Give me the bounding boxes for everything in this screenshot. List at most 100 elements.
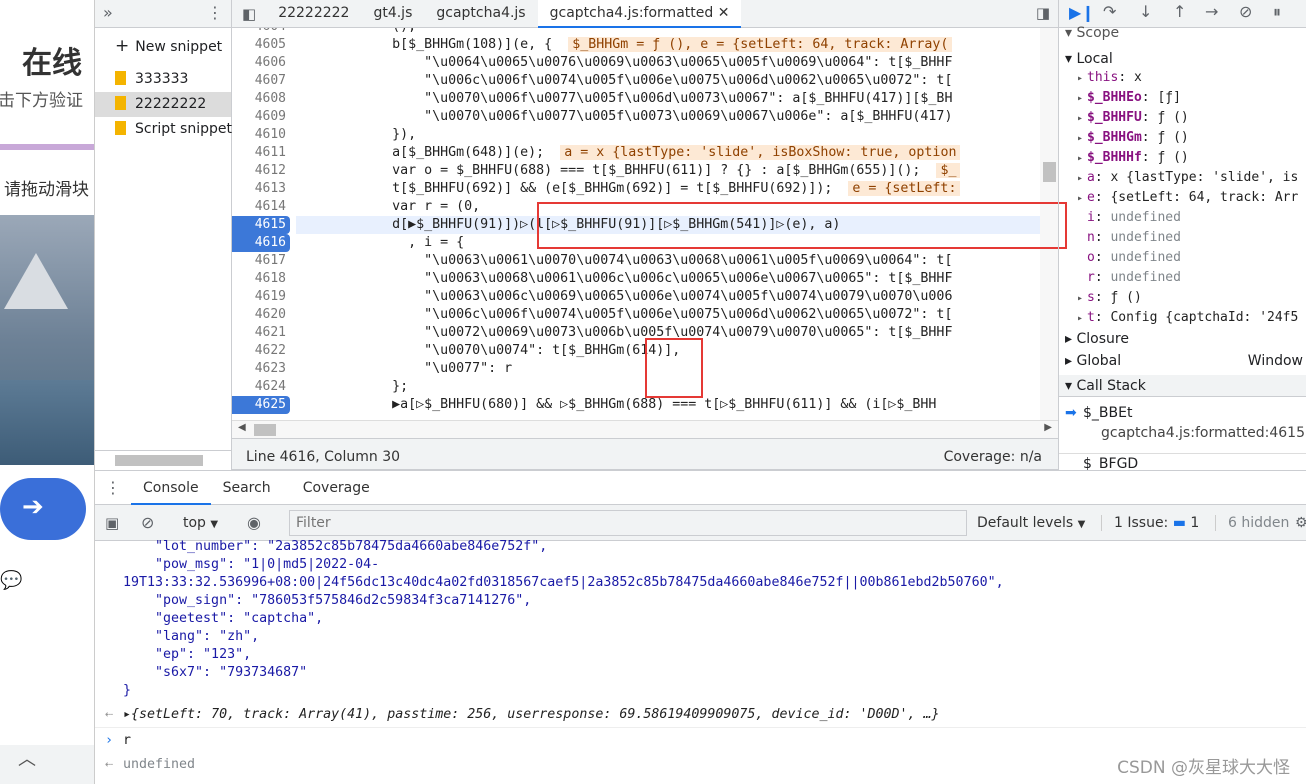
tab-coverage[interactable]: Coverage: [291, 471, 382, 505]
scope-variable[interactable]: i: undefined: [1059, 208, 1306, 228]
step-into-icon[interactable]: ↓: [1139, 2, 1152, 21]
line-number[interactable]: 4608: [232, 90, 290, 108]
code-text: };: [296, 379, 409, 394]
pause-exceptions-icon[interactable]: ⏸: [1273, 2, 1281, 22]
line-number[interactable]: 4617: [232, 252, 290, 270]
tab-console[interactable]: Console: [131, 471, 211, 505]
horizontal-scrollbar[interactable]: [95, 450, 232, 468]
local-scope[interactable]: ▾ Local: [1059, 50, 1306, 68]
scroll-right-icon[interactable]: ▶: [1044, 422, 1052, 433]
eye-icon[interactable]: ◉: [247, 513, 261, 532]
scope-variable[interactable]: n: undefined: [1059, 228, 1306, 248]
scope-variable[interactable]: ▸ $_BHHFU: ƒ (): [1059, 108, 1306, 128]
clear-console-icon[interactable]: ⊘: [141, 513, 154, 532]
scope-variable[interactable]: r: undefined: [1059, 268, 1306, 288]
snippet-item[interactable]: 22222222: [95, 92, 231, 117]
call-stack-header[interactable]: ▾ Call Stack: [1059, 375, 1306, 397]
slider-button[interactable]: ➔: [0, 478, 86, 540]
code-text: "\u0070\u006f\u0077\u005f\u006d\u0073\u0…: [296, 91, 953, 106]
line-number[interactable]: 4615: [232, 216, 290, 234]
line-number[interactable]: 4605: [232, 36, 290, 54]
line-number[interactable]: 4619: [232, 288, 290, 306]
resume-icon[interactable]: ▶❙: [1069, 3, 1095, 22]
line-number[interactable]: 4616: [232, 234, 290, 252]
step-out-icon[interactable]: ↑: [1173, 2, 1186, 21]
code-text: "\u0072\u0069\u0073\u006b\u005f\u0074\u0…: [296, 325, 953, 340]
code-line: "\u0063\u0068\u0061\u006c\u006c\u0065\u0…: [296, 270, 952, 288]
line-number[interactable]: 4609: [232, 108, 290, 126]
close-icon[interactable]: ✕: [718, 5, 730, 21]
variable-name: $_BHHFU: [1087, 110, 1142, 125]
issues-button[interactable]: 1 Issue: ▬ 1: [1101, 514, 1199, 531]
tab-gcaptcha4[interactable]: gcaptcha4.js: [424, 0, 537, 28]
line-number[interactable]: 4614: [232, 198, 290, 216]
log-levels-select[interactable]: Default levels ▼: [977, 515, 1085, 531]
scope-variable[interactable]: ▸ t: Config {captchaId: '24f5: [1059, 308, 1306, 328]
snippet-item[interactable]: 333333: [95, 67, 231, 92]
line-number[interactable]: 4612: [232, 162, 290, 180]
line-number[interactable]: 4625: [232, 396, 290, 414]
line-number[interactable]: 4604: [232, 28, 290, 36]
line-number[interactable]: 4613: [232, 180, 290, 198]
context-select[interactable]: top ▼: [183, 515, 218, 531]
scope-variable[interactable]: ▸ e: {setLeft: 64, track: Arr: [1059, 188, 1306, 208]
console-log-line: "lang": "zh",: [123, 629, 260, 644]
line-number[interactable]: 4606: [232, 54, 290, 72]
scope-variable[interactable]: o: undefined: [1059, 248, 1306, 268]
line-number[interactable]: 4611: [232, 144, 290, 162]
filter-input[interactable]: Filter: [289, 510, 967, 536]
tab-gt4[interactable]: gt4.js: [361, 0, 424, 28]
frame-location[interactable]: gcaptcha4.js:formatted:4615: [1059, 423, 1306, 443]
expand-icon: ▸: [1077, 133, 1084, 144]
code-text: "\u0070\u006f\u0077\u005f\u0073\u0069\u0…: [296, 109, 953, 124]
step-icon[interactable]: →: [1205, 2, 1218, 21]
more-tabs-icon[interactable]: »: [103, 3, 113, 22]
tab-gcaptcha4-formatted[interactable]: gcaptcha4.js:formatted ✕: [537, 0, 742, 28]
scope-variable[interactable]: ▸ $_BHHEo: [ƒ]: [1059, 88, 1306, 108]
toggle-debugger-icon[interactable]: ◨: [1036, 4, 1050, 22]
settings-icon[interactable]: ⚙: [1295, 515, 1306, 531]
line-number[interactable]: 4607: [232, 72, 290, 90]
snippet-item[interactable]: Script snippet: [95, 117, 232, 142]
file-icon: [115, 96, 126, 110]
tab-search[interactable]: Search: [211, 471, 283, 505]
scope-variable[interactable]: ▸ this: x: [1059, 68, 1306, 88]
line-number[interactable]: 4618: [232, 270, 290, 288]
console-result[interactable]: ▸{setLeft: 70, track: Array(41), passtim…: [123, 707, 940, 722]
kebab-menu-icon[interactable]: ⋮: [207, 3, 223, 22]
step-over-icon[interactable]: ↷: [1103, 2, 1116, 21]
global-value: Window: [1247, 353, 1303, 369]
tab-snippet[interactable]: 22222222: [266, 0, 361, 28]
chevron-up-icon[interactable]: ︿: [0, 745, 94, 784]
current-frame-icon: ➡: [1065, 405, 1077, 421]
scope-variable[interactable]: ▸ a: x {lastType: 'slide', is: [1059, 168, 1306, 188]
variable-name: s: [1087, 290, 1095, 305]
closure-scope[interactable]: ▸ Closure: [1059, 330, 1306, 348]
line-number[interactable]: 4610: [232, 126, 290, 144]
scope-variable[interactable]: ▸ $_BHHHf: ƒ (): [1059, 148, 1306, 168]
scope-variable[interactable]: ▸ $_BHHGm: ƒ (): [1059, 128, 1306, 148]
line-number[interactable]: 4622: [232, 342, 290, 360]
scope-variable[interactable]: ▸ s: ƒ (): [1059, 288, 1306, 308]
result-object: {setLeft: 70, track: Array(41), passtime…: [131, 707, 940, 722]
line-number[interactable]: 4621: [232, 324, 290, 342]
global-scope[interactable]: ▸ Global Window: [1059, 352, 1306, 370]
chat-icon[interactable]: 💬: [0, 570, 22, 591]
new-snippet-button[interactable]: + New snippet: [95, 34, 231, 59]
deactivate-breakpoints-icon[interactable]: ⊘: [1239, 2, 1252, 21]
code-text: var r = (0,: [296, 199, 481, 214]
horizontal-scrollbar[interactable]: ◀ ▶: [232, 420, 1058, 438]
code-line: var o = $_BHHFU(688) === t[$_BHHFU(611)]…: [296, 162, 961, 180]
scope-header[interactable]: ▾ Scope: [1059, 24, 1306, 42]
toggle-navigator-icon[interactable]: ◧: [232, 5, 266, 23]
line-number[interactable]: 4620: [232, 306, 290, 324]
line-number[interactable]: 4623: [232, 360, 290, 378]
sidebar-toggle-icon[interactable]: ▣: [105, 514, 119, 532]
frame-name: $_BBEt: [1083, 405, 1133, 421]
line-number[interactable]: 4624: [232, 378, 290, 396]
expand-icon: ▸: [1077, 293, 1084, 304]
scroll-left-icon[interactable]: ◀: [238, 422, 246, 433]
console-input[interactable]: r: [123, 733, 131, 748]
call-frame[interactable]: ➡ $_BBEt: [1059, 403, 1306, 423]
kebab-menu-icon[interactable]: ⋮: [95, 478, 131, 497]
